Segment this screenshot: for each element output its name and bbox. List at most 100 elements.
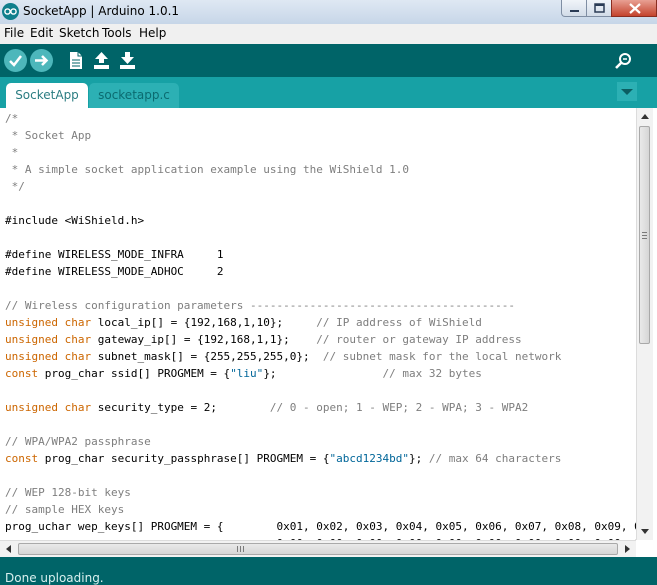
- code-token: /*: [5, 112, 19, 125]
- code-token: *: [5, 146, 19, 159]
- code-line: const prog_char ssid[] PROGMEM = {"liu"}…: [5, 365, 482, 382]
- maximize-icon: [594, 3, 605, 13]
- code-line: unsigned char security_type = 2; // 0 - …: [5, 399, 528, 416]
- code-token: // WPA/WPA2 passphrase: [5, 435, 151, 448]
- code-token: unsigned: [5, 401, 58, 414]
- menu-bar: File Edit Sketch Tools Help: [0, 24, 657, 44]
- code-token: unsigned: [5, 333, 58, 346]
- upload-icon: [35, 55, 49, 66]
- code-line: #define WIRELESS_MODE_ADHOC 2: [5, 263, 224, 280]
- vertical-scrollbar[interactable]: [636, 108, 653, 540]
- arduino-logo-icon: [2, 3, 19, 20]
- code-line: * Socket App: [5, 127, 91, 144]
- minimize-button[interactable]: [561, 0, 587, 17]
- horizontal-scrollbar[interactable]: [0, 540, 636, 557]
- window-title: SocketApp | Arduino 1.0.1: [23, 4, 180, 18]
- code-line: prog_uchar wep_keys[] PROGMEM = { 0x01, …: [5, 518, 636, 535]
- tab-socketapp[interactable]: SocketApp: [6, 83, 88, 108]
- code-token: * A simple socket application example us…: [5, 163, 409, 176]
- arrow-down-icon: [641, 529, 649, 534]
- tab-menu-button[interactable]: [617, 82, 637, 101]
- code-token: char: [64, 333, 92, 346]
- code-token: prog_uchar wep_keys[] PROGMEM = { 0x01, …: [5, 520, 636, 533]
- arrow-left-icon: [6, 545, 11, 553]
- code-token: // Wireless configuration parameters ---…: [5, 299, 515, 312]
- code-token: "liu": [230, 367, 264, 380]
- serial-monitor-button[interactable]: [612, 49, 635, 72]
- arrow-up-icon: [641, 114, 649, 119]
- menu-help[interactable]: Help: [139, 26, 166, 40]
- status-bar: Done uploading.: [0, 557, 657, 585]
- code-line: unsigned char subnet_mask[] = {255,255,2…: [5, 348, 561, 365]
- verify-icon: [9, 55, 22, 67]
- code-line: */: [5, 178, 25, 195]
- code-token: // max 32 bytes: [382, 367, 482, 380]
- upload-button[interactable]: [30, 49, 53, 72]
- scroll-left-button[interactable]: [1, 541, 17, 557]
- serial-monitor-icon: [615, 53, 631, 69]
- code-line: #include <WiShield.h>: [5, 212, 144, 229]
- code-token: char: [64, 316, 92, 329]
- code-line: // WEP 128-bit keys: [5, 484, 131, 501]
- code-token: // 0 - open; 1 - WEP; 2 - WPA; 3 - WPA2: [269, 401, 529, 414]
- code-token: const: [5, 367, 39, 380]
- new-icon: [70, 52, 82, 69]
- save-icon: [120, 52, 135, 69]
- maximize-button[interactable]: [586, 0, 612, 17]
- save-button[interactable]: [116, 49, 139, 72]
- code-token: };: [409, 452, 429, 465]
- scroll-up-button[interactable]: [637, 109, 653, 125]
- code-token: */: [5, 180, 25, 193]
- code-token: // sample HEX keys: [5, 503, 125, 516]
- code-token: char: [64, 350, 92, 363]
- menu-file[interactable]: File: [4, 26, 24, 40]
- scroll-right-button[interactable]: [619, 541, 635, 557]
- close-icon: [629, 3, 641, 14]
- title-bar: SocketApp | Arduino 1.0.1: [0, 0, 657, 24]
- toolbar: [0, 44, 657, 77]
- menu-edit[interactable]: Edit: [30, 26, 53, 40]
- scroll-down-button[interactable]: [637, 523, 653, 539]
- status-message: Done uploading.: [5, 571, 104, 585]
- verify-button[interactable]: [4, 49, 27, 72]
- open-button[interactable]: [90, 49, 113, 72]
- code-line: // Wireless configuration parameters ---…: [5, 297, 515, 314]
- code-token: unsigned: [5, 316, 58, 329]
- arrow-right-icon: [625, 545, 630, 553]
- vertical-scroll-thumb[interactable]: [639, 126, 650, 344]
- code-line: *: [5, 144, 19, 161]
- code-line: unsigned char gateway_ip[] = {192,168,1,…: [5, 331, 522, 348]
- code-line: /*: [5, 110, 18, 127]
- code-line: * A simple socket application example us…: [5, 161, 409, 178]
- horizontal-scroll-thumb[interactable]: [18, 543, 618, 555]
- menu-sketch[interactable]: Sketch: [59, 26, 99, 40]
- minimize-icon: [570, 10, 579, 12]
- new-button[interactable]: [64, 49, 87, 72]
- code-token: local_ip[] = {192,168,1,10};: [91, 316, 317, 329]
- code-token: // IP address of WiShield: [316, 316, 482, 329]
- chevron-down-icon: [621, 89, 633, 95]
- open-icon: [94, 52, 109, 69]
- code-token: #include <WiShield.h>: [5, 214, 145, 227]
- menu-tools[interactable]: Tools: [102, 26, 132, 40]
- code-line: const prog_char security_passphrase[] PR…: [5, 450, 561, 467]
- window-controls: [561, 0, 657, 18]
- code-token: // router or gateway IP address: [316, 333, 522, 346]
- code-token: // subnet mask for the local network: [322, 350, 562, 363]
- code-token: const: [5, 452, 39, 465]
- code-line: unsigned char local_ip[] = {192,168,1,10…: [5, 314, 482, 331]
- code-token: "abcd1234bd": [329, 452, 410, 465]
- code-token: };: [263, 367, 383, 380]
- code-token: #define WIRELESS_MODE_ADHOC 2: [5, 265, 224, 278]
- code-token: prog_char security_passphrase[] PROGMEM …: [38, 452, 330, 465]
- code-token: prog_char ssid[] PROGMEM = {: [38, 367, 231, 380]
- tab-socketapp-c[interactable]: socketapp.c: [89, 83, 179, 108]
- code-token: char: [64, 401, 92, 414]
- code-editor[interactable]: /* * Socket App * * A simple socket appl…: [0, 108, 636, 540]
- code-token: subnet_mask[] = {255,255,255,0};: [91, 350, 323, 363]
- close-button[interactable]: [611, 0, 657, 17]
